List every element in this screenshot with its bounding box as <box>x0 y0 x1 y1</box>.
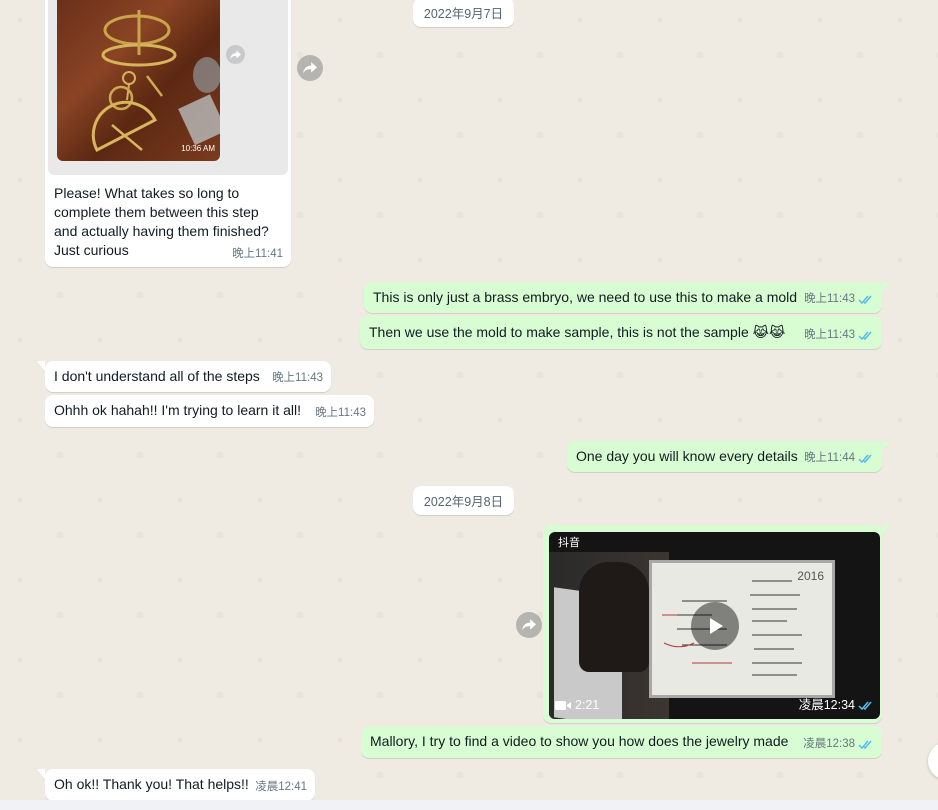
message-time: 晚上11:43 <box>804 293 855 305</box>
forward-icon <box>522 619 536 631</box>
forward-button[interactable] <box>226 45 245 64</box>
forward-icon <box>303 62 317 74</box>
double-check-icon <box>858 295 872 305</box>
scroll-down-button[interactable] <box>928 742 938 780</box>
message-text: I don't understand all of the steps <box>54 368 260 384</box>
message-time: 凌晨12:41 <box>255 781 307 793</box>
outgoing-message[interactable]: This is only just a brass embryo, we nee… <box>364 282 890 313</box>
date-separator: 2022年9月7日 <box>413 0 514 27</box>
double-check-icon <box>858 331 872 341</box>
message-text: Then we use the mold to make sample, thi… <box>369 324 786 340</box>
image-timestamp: 10:36 AM <box>181 144 215 153</box>
forward-button[interactable] <box>297 55 323 81</box>
video-time: 凌晨12:34 <box>799 696 874 715</box>
video-duration: 2:21 <box>555 696 599 715</box>
play-icon <box>710 618 723 634</box>
date-separator: 2022年9月8日 <box>413 486 514 515</box>
incoming-message[interactable]: Ohhh ok hahah!! I'm trying to learn it a… <box>45 395 374 427</box>
incoming-message[interactable]: Oh ok!! Thank you! That helps!! 凌晨12:41 <box>37 769 315 801</box>
video-camera-icon <box>555 701 571 710</box>
brass-embryo-photo[interactable]: 10:36 AM <box>57 0 220 161</box>
outgoing-message[interactable]: Then we use the mold to make sample, thi… <box>360 316 882 349</box>
forward-icon <box>230 49 241 60</box>
message-text: One day you will know every details <box>576 448 798 464</box>
forward-button[interactable] <box>516 612 542 638</box>
message-time: 晚上11:44 <box>804 452 855 464</box>
message-time: 晚上11:41 <box>232 248 283 260</box>
message-time: 晚上11:43 <box>272 372 323 384</box>
message-time: 晚上11:43 <box>315 407 366 419</box>
outgoing-message[interactable]: One day you will know every details 晚上11… <box>567 441 890 472</box>
message-text: This is only just a brass embryo, we nee… <box>373 289 798 305</box>
message-time: 晚上11:43 <box>804 329 855 341</box>
message-time: 凌晨12:38 <box>803 738 855 750</box>
composer-bar-edge <box>0 800 938 810</box>
message-text: Oh ok!! Thank you! That helps!! <box>54 776 249 792</box>
video-message[interactable]: 2016 抖音 2:21 凌晨12:34 <box>543 525 890 723</box>
double-check-icon <box>858 454 872 464</box>
video-thumbnail[interactable]: 2016 抖音 2:21 凌晨12:34 <box>549 532 880 719</box>
play-button[interactable] <box>691 602 739 650</box>
double-check-icon <box>858 740 872 750</box>
double-check-icon <box>858 701 872 711</box>
message-text: Ohhh ok hahah!! I'm trying to learn it a… <box>54 402 302 418</box>
message-text: Mallory, I try to find a video to show y… <box>370 733 789 749</box>
image-message[interactable]: 10:36 AM Please! What takes so long to c… <box>45 0 291 267</box>
outgoing-message[interactable]: Mallory, I try to find a video to show y… <box>361 726 882 758</box>
incoming-message[interactable]: I don't understand all of the steps 晚上11… <box>37 361 331 392</box>
video-source-label: 抖音 <box>558 537 580 549</box>
whiteboard: 2016 <box>649 560 835 698</box>
